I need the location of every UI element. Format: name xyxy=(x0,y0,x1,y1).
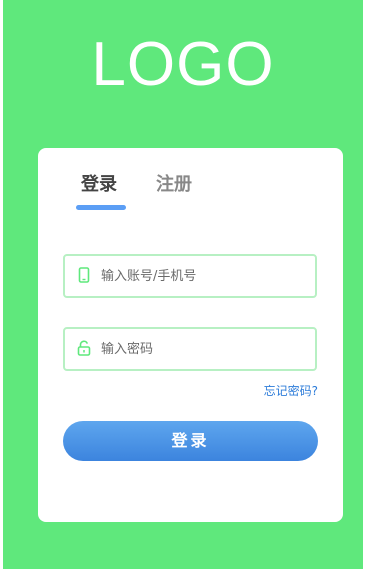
password-field[interactable] xyxy=(63,327,317,371)
forgot-password-link[interactable]: 忘记密码? xyxy=(264,382,318,399)
login-screen: LOGO 登录 注册 忘记密码? 登录 xyxy=(0,0,366,569)
login-card: 登录 注册 忘记密码? 登录 xyxy=(38,148,343,522)
logo: LOGO xyxy=(91,30,275,99)
active-tab-indicator xyxy=(76,205,126,210)
tab-login[interactable]: 登录 xyxy=(81,174,117,196)
login-button[interactable]: 登录 xyxy=(63,421,318,461)
password-input[interactable] xyxy=(101,329,301,369)
account-field[interactable] xyxy=(63,254,317,298)
phone-icon xyxy=(78,267,90,283)
account-input[interactable] xyxy=(101,256,301,296)
tab-register[interactable]: 注册 xyxy=(156,174,192,196)
unlock-icon xyxy=(77,340,91,356)
